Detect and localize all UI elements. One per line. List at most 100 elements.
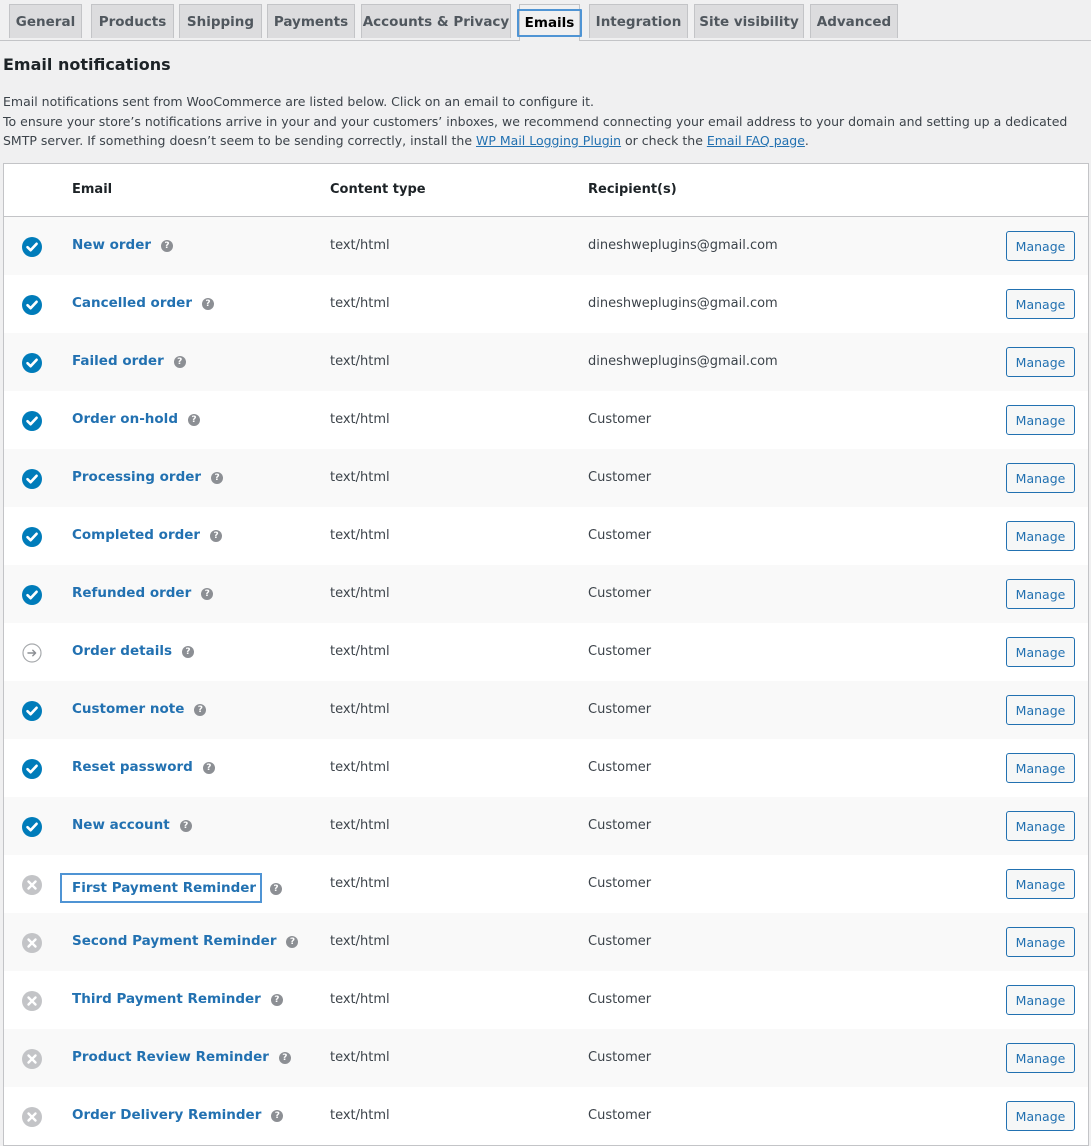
manage-button[interactable]: Manage bbox=[1006, 753, 1075, 783]
email-name-link[interactable]: Refunded order? bbox=[72, 585, 214, 601]
help-tip-icon[interactable]: ? bbox=[202, 762, 215, 774]
manage-button[interactable]: Manage bbox=[1006, 985, 1075, 1015]
manage-button[interactable]: Manage bbox=[1006, 347, 1075, 377]
email-name-link[interactable]: Completed order? bbox=[72, 527, 223, 543]
email-notifications-table: Email Content type Recipient(s) New orde… bbox=[3, 163, 1089, 1146]
manage-button[interactable]: Manage bbox=[1006, 695, 1075, 725]
disabled-x-icon bbox=[22, 991, 42, 1011]
column-header-email: Email bbox=[72, 182, 113, 197]
page-description: Email notifications sent from WooCommerc… bbox=[3, 92, 1088, 151]
email-name-link[interactable]: Reset password? bbox=[72, 759, 215, 775]
email-faq-link[interactable]: Email FAQ page bbox=[707, 133, 805, 148]
content-type: text/html bbox=[330, 296, 390, 311]
email-name: Failed order bbox=[72, 353, 164, 369]
enabled-check-icon bbox=[22, 237, 42, 257]
table-row: Processing order? text/html Customer Manage bbox=[4, 449, 1088, 507]
tab-integration[interactable]: Integration bbox=[589, 4, 688, 38]
help-tip-icon[interactable]: ? bbox=[286, 936, 299, 948]
tab-label: Shipping bbox=[186, 13, 255, 30]
email-name-link[interactable]: Order on-hold? bbox=[72, 411, 200, 427]
email-name: First Payment Reminder bbox=[59, 873, 263, 903]
wp-mail-logging-plugin-link[interactable]: WP Mail Logging Plugin bbox=[476, 133, 621, 148]
enabled-check-icon bbox=[22, 411, 42, 431]
email-name-link[interactable]: First Payment Reminder? bbox=[59, 873, 283, 903]
help-tip-icon[interactable]: ? bbox=[211, 472, 224, 484]
email-name-link[interactable]: Failed order? bbox=[72, 353, 186, 369]
tab-shipping[interactable]: Shipping bbox=[179, 4, 262, 38]
help-tip-icon[interactable]: ? bbox=[271, 1110, 284, 1122]
email-name-link[interactable]: New account? bbox=[72, 817, 192, 833]
help-tip-icon[interactable]: ? bbox=[187, 414, 200, 426]
manage-button[interactable]: Manage bbox=[1006, 579, 1075, 609]
help-tip-icon[interactable]: ? bbox=[161, 240, 174, 252]
table-row: Third Payment Reminder? text/html Customer… bbox=[4, 971, 1088, 1029]
recipient: Customer bbox=[588, 586, 652, 601]
tab-emails[interactable]: Emails bbox=[516, 4, 583, 41]
tab-advanced[interactable]: Advanced bbox=[810, 4, 898, 38]
page-title: Email notifications bbox=[3, 55, 171, 74]
content-type: text/html bbox=[330, 412, 390, 427]
email-name-link[interactable]: Second Payment Reminder? bbox=[72, 933, 299, 949]
email-name-link[interactable]: Order details? bbox=[72, 643, 194, 659]
table-row: First Payment Reminder? text/html Customer… bbox=[4, 855, 1088, 913]
recipient: Customer bbox=[588, 644, 652, 659]
table-row: New account? text/html Customer Manage bbox=[4, 797, 1088, 855]
content-type: text/html bbox=[330, 644, 390, 659]
email-name: Reset password bbox=[72, 759, 193, 775]
description-text: or check the bbox=[621, 133, 707, 148]
tab-site-visibility[interactable]: Site visibility bbox=[694, 4, 804, 38]
tab-payments[interactable]: Payments bbox=[267, 4, 355, 38]
help-tip-icon[interactable]: ? bbox=[179, 820, 192, 832]
help-tip-icon[interactable]: ? bbox=[270, 994, 283, 1006]
email-name-link[interactable]: Cancelled order? bbox=[72, 295, 214, 311]
email-name-link[interactable]: Third Payment Reminder? bbox=[72, 991, 283, 1007]
help-tip-icon[interactable]: ? bbox=[278, 1052, 291, 1064]
manage-button[interactable]: Manage bbox=[1006, 927, 1075, 957]
manage-button[interactable]: Manage bbox=[1006, 637, 1075, 667]
manage-button[interactable]: Manage bbox=[1006, 1101, 1075, 1131]
manage-button[interactable]: Manage bbox=[1006, 811, 1075, 841]
content-type: text/html bbox=[330, 528, 390, 543]
help-tip-icon[interactable]: ? bbox=[181, 646, 194, 658]
email-name-link[interactable]: Customer note? bbox=[72, 701, 207, 717]
recipient: Customer bbox=[588, 876, 652, 891]
table-row: Order Delivery Reminder? text/html Custome… bbox=[4, 1087, 1088, 1145]
email-name: Completed order bbox=[72, 527, 201, 543]
tab-general[interactable]: General bbox=[9, 4, 82, 38]
tab-accounts-privacy[interactable]: Accounts & Privacy bbox=[361, 4, 511, 38]
email-name-link[interactable]: Order Delivery Reminder? bbox=[72, 1107, 284, 1123]
help-tip-icon[interactable]: ? bbox=[201, 588, 214, 600]
help-tip-icon[interactable]: ? bbox=[194, 704, 207, 716]
content-type: text/html bbox=[330, 876, 390, 891]
manage-button[interactable]: Manage bbox=[1006, 231, 1075, 261]
help-tip-icon[interactable]: ? bbox=[210, 530, 223, 542]
email-name: Customer note bbox=[72, 701, 185, 717]
manage-button[interactable]: Manage bbox=[1006, 405, 1075, 435]
email-name: Product Review Reminder bbox=[72, 1049, 269, 1065]
enabled-check-icon bbox=[22, 353, 42, 373]
email-name-link[interactable]: Product Review Reminder? bbox=[72, 1049, 291, 1065]
content-type: text/html bbox=[330, 586, 390, 601]
email-name: Third Payment Reminder bbox=[72, 991, 261, 1007]
email-name: Order on-hold bbox=[72, 411, 178, 427]
manage-button[interactable]: Manage bbox=[1006, 521, 1075, 551]
manage-button[interactable]: Manage bbox=[1006, 289, 1075, 319]
table-row: Customer note? text/html Customer Manage bbox=[4, 681, 1088, 739]
recipient: Customer bbox=[588, 528, 652, 543]
recipient: Customer bbox=[588, 1108, 652, 1123]
tab-products[interactable]: Products bbox=[91, 4, 174, 38]
table-row: Product Review Reminder? text/html Custome… bbox=[4, 1029, 1088, 1087]
table-row: New order? text/html dineshweplugins@gmail… bbox=[4, 217, 1088, 275]
help-tip-icon[interactable]: ? bbox=[201, 298, 214, 310]
recipient: Customer bbox=[588, 470, 652, 485]
manage-button[interactable]: Manage bbox=[1006, 869, 1075, 899]
email-name-link[interactable]: New order? bbox=[72, 237, 174, 253]
email-name-link[interactable]: Processing order? bbox=[72, 469, 224, 485]
disabled-x-icon bbox=[22, 1049, 42, 1069]
help-tip-icon[interactable]: ? bbox=[173, 356, 186, 368]
manage-button[interactable]: Manage bbox=[1006, 1043, 1075, 1073]
tab-label: Accounts & Privacy bbox=[362, 13, 510, 30]
help-tip-icon[interactable]: ? bbox=[270, 883, 283, 895]
manage-button[interactable]: Manage bbox=[1006, 463, 1075, 493]
email-name: Refunded order bbox=[72, 585, 192, 601]
